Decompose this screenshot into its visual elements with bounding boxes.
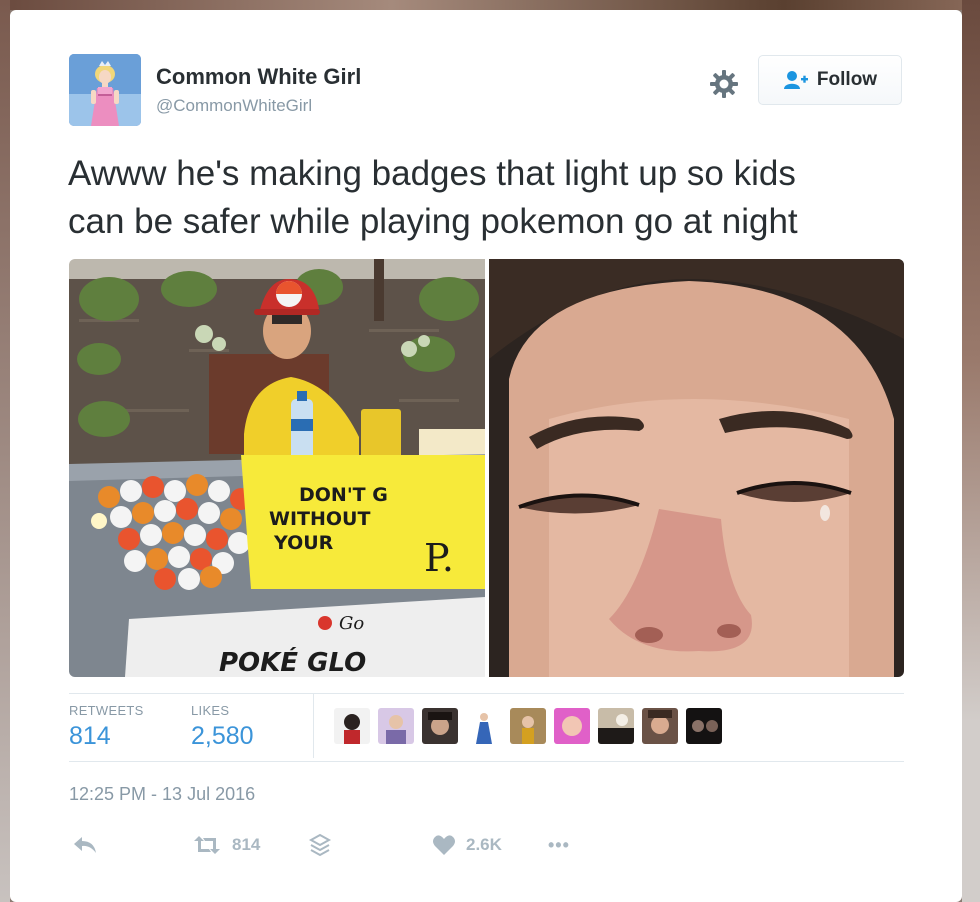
sign-text-line-1: DON'T G [299, 484, 388, 506]
liker-avatar[interactable] [554, 708, 590, 744]
background-left [0, 0, 10, 902]
liker-avatar[interactable] [642, 708, 678, 744]
retweet-count: 814 [232, 835, 261, 854]
reply-button[interactable] [72, 832, 98, 858]
background-top [0, 0, 980, 10]
more-icon: ••• [548, 834, 570, 855]
likes-count[interactable]: 2,580 [191, 722, 254, 751]
like-count: 2.6K [466, 835, 502, 854]
profile-avatar[interactable] [69, 54, 141, 126]
banner-big-text: POKÉ GLO [219, 646, 366, 677]
liker-avatars [334, 708, 722, 744]
liker-avatar[interactable] [334, 708, 370, 744]
stats-bottom-divider [69, 761, 904, 762]
liker-avatar[interactable] [510, 708, 546, 744]
heart-icon [433, 835, 455, 855]
add-user-icon [783, 71, 808, 89]
like-button[interactable]: 2.6K [432, 832, 502, 858]
likes-label: LIKES [191, 703, 230, 718]
user-handle[interactable]: @CommonWhiteGirl [156, 96, 312, 116]
tweet-text-line-2: can be safer while playing pokemon go at… [68, 202, 798, 241]
tweet-card: Common White Girl @CommonWhiteGirl Follo… [10, 10, 962, 902]
more-button[interactable]: ••• [548, 832, 570, 858]
sign-text-line-3: YOUR [273, 532, 334, 554]
photo-crying-face[interactable] [489, 259, 904, 677]
stack-icon [308, 833, 332, 857]
cinderella-avatar-icon [69, 54, 141, 126]
liker-avatar[interactable] [598, 708, 634, 744]
gear-icon[interactable] [708, 68, 740, 100]
retweet-button[interactable]: 814 [192, 832, 260, 858]
retweets-label: RETWEETS [69, 703, 144, 718]
liker-avatar[interactable] [422, 708, 458, 744]
reply-icon [74, 837, 96, 853]
background-right [962, 0, 980, 902]
follow-button-label: Follow [816, 69, 878, 90]
display-name[interactable]: Common White Girl [156, 64, 361, 90]
media-grid: DON'T G WITHOUT YOUR P. Go POKÉ GLO [69, 259, 904, 677]
stack-button[interactable] [308, 832, 332, 858]
tweet-text-line-1: Awww he's making badges that light up so… [68, 154, 796, 193]
retweets-count[interactable]: 814 [69, 722, 111, 751]
banner-small-text: Go [339, 613, 364, 634]
tweet-text: Awww he's making badges that light up so… [68, 150, 928, 246]
liker-avatar[interactable] [378, 708, 414, 744]
sign-text-line-2: WITHOUT [269, 508, 370, 530]
retweet-icon [194, 836, 220, 854]
stats-top-divider [69, 693, 904, 694]
liker-avatar[interactable] [466, 708, 502, 744]
liker-avatar[interactable] [686, 708, 722, 744]
photo-boy-selling-badges[interactable]: DON'T G WITHOUT YOUR P. Go POKÉ GLO [69, 259, 485, 677]
sign-text-p: P. [424, 536, 454, 580]
stats-separator [313, 694, 314, 758]
follow-button[interactable]: Follow [758, 55, 902, 105]
tweet-timestamp[interactable]: 12:25 PM - 13 Jul 2016 [69, 784, 255, 805]
